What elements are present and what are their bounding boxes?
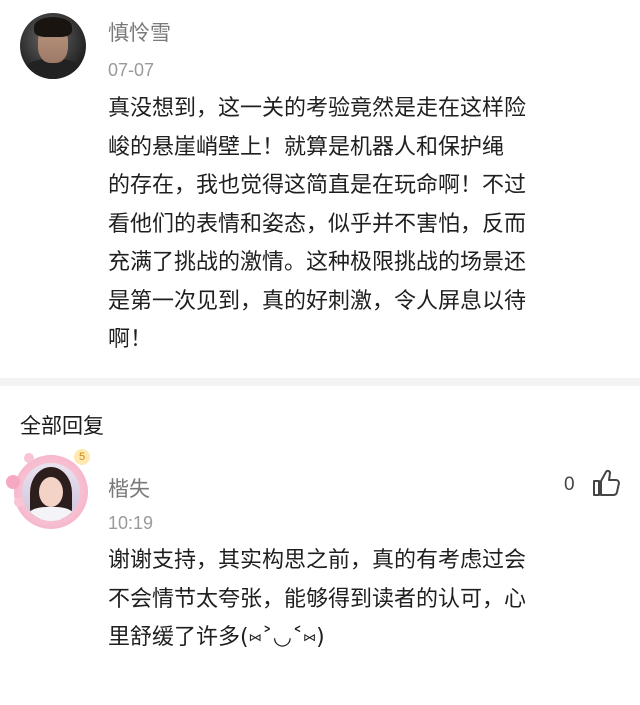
flower-decoration-icon (14, 497, 24, 507)
content-line: 的存在，我也觉得这简直是在玩命啊！不过 (108, 173, 527, 198)
avatar-body-shape (28, 507, 74, 521)
avatar-hair-shape (34, 17, 72, 37)
content-line: 峻的悬崖峭壁上！就算是机器人和保护绳 (108, 134, 505, 160)
level-badge: 5 (74, 449, 90, 465)
post-content: 真没想到，这一关的考验竟然是走在这样险 峻的悬崖峭壁上！就算是机器人和保护绳 的… (108, 90, 608, 360)
reply-date: 10:19 (108, 513, 154, 533)
thumbs-up-icon[interactable] (590, 467, 622, 499)
content-line: 谢谢支持，其实构思之前，真的有考虑过会 (108, 548, 527, 573)
author-avatar[interactable] (20, 13, 86, 79)
content-line: 里舒缓了许多(⑅˃◡˂⑅) (108, 625, 325, 650)
reply-avatar (22, 463, 80, 521)
reply-author-name[interactable]: 楷失 (108, 473, 150, 503)
content-line: 真没想到，这一关的考验竟然是走在这样险 (108, 96, 527, 121)
reply-avatar-frame[interactable]: 5 (4, 445, 96, 537)
flower-decoration-icon (24, 453, 34, 463)
content-line: 看他们的表情和姿态，似乎并不害怕，反而 (108, 211, 527, 237)
content-line: 充满了挑战的激情。这种极限挑战的场景还 (108, 250, 527, 275)
avatar-face-shape (39, 477, 63, 507)
post-date: 07-07 (108, 60, 155, 80)
author-name[interactable]: 慎怜雪 (108, 17, 171, 47)
like-count: 0 (564, 474, 575, 495)
content-line: 不会情节太夸张，能够得到读者的认可，心 (108, 586, 527, 612)
section-divider (0, 378, 640, 386)
flower-decoration-icon (6, 475, 20, 489)
content-line: 啊！ (108, 327, 153, 352)
main-comment: 慎怜雪 07-07 真没想到，这一关的考验竟然是走在这样险 峻的悬崖峭壁上！就算… (0, 0, 640, 378)
content-line: 是第一次见到，真的好刺激，令人屏息以待 (108, 288, 527, 314)
all-replies-title: 全部回复 (20, 414, 104, 438)
reply-content: 谢谢支持，其实构思之前，真的有考虑过会 不会情节太夸张，能够得到读者的认可，心 … (108, 542, 628, 658)
